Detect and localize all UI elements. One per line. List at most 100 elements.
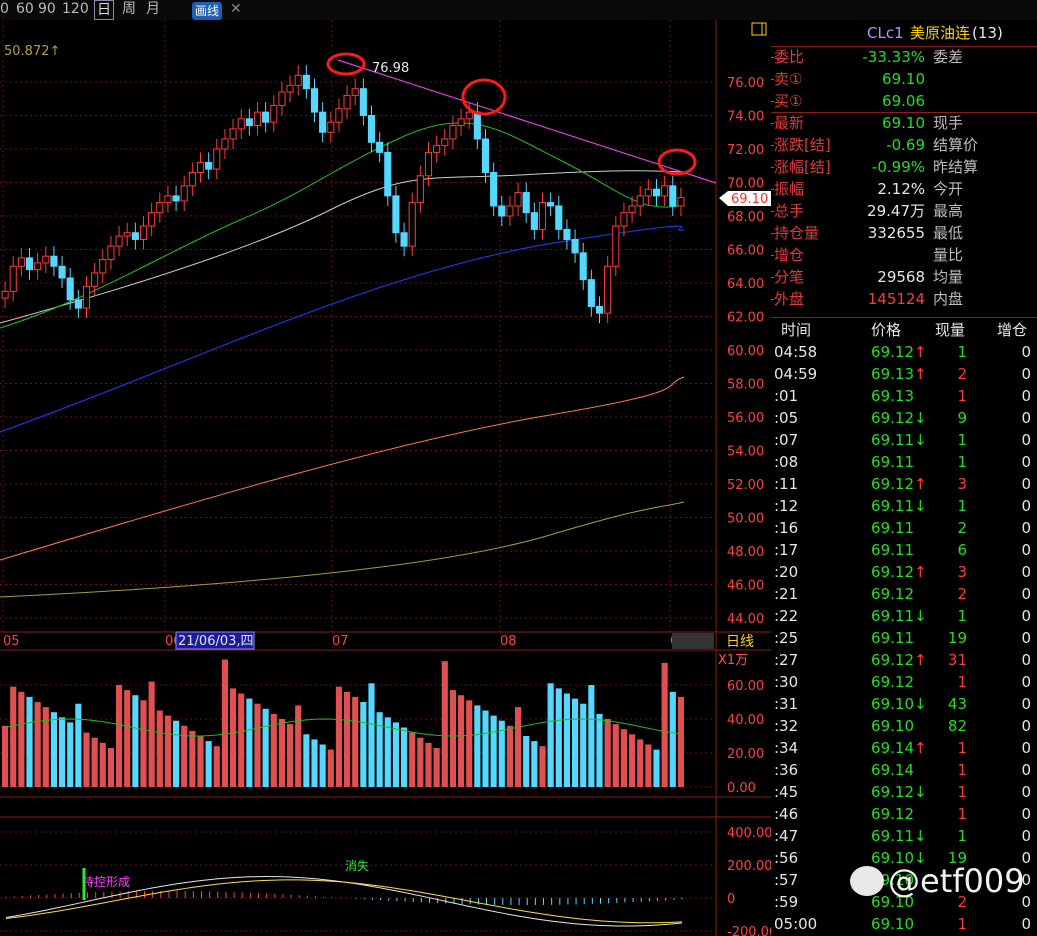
candle-body xyxy=(636,195,644,207)
volume-bar xyxy=(50,712,57,787)
tick-row[interactable]: :47 69.11 ↓ 1 0 xyxy=(771,825,1037,847)
candle-body xyxy=(91,272,99,287)
volume-bar xyxy=(164,715,171,787)
symbol-name: 美原油连 xyxy=(910,24,971,42)
tick-price: 69.11 xyxy=(871,827,914,845)
candle-body xyxy=(156,202,164,214)
price-tick-label: 48.00 xyxy=(727,545,764,560)
candle-body xyxy=(196,161,205,173)
volume-bar xyxy=(677,696,684,787)
tick-volume: 1 xyxy=(957,497,967,515)
tick-header-price: 价格 xyxy=(871,321,902,339)
tick-row[interactable]: :34 69.14 ↑ 1 0 xyxy=(771,737,1037,759)
tick-row[interactable]: :17 69.11 6 0 xyxy=(771,539,1037,561)
tick-row[interactable]: :46 69.12 1 0 xyxy=(771,803,1037,825)
candle-body xyxy=(17,257,25,267)
tick-row[interactable]: :32 69.10 82 0 xyxy=(771,715,1037,737)
period-120[interactable]: 120 xyxy=(62,0,89,18)
period-day-button[interactable]: 日 xyxy=(94,0,114,20)
price-tick-label: 52.00 xyxy=(727,478,764,493)
volume-bar xyxy=(213,746,220,787)
volume-tick-label: 20.00 xyxy=(727,747,764,762)
tick-time: :22 xyxy=(774,607,799,625)
volume-bar xyxy=(490,715,497,787)
tick-row[interactable]: :45 69.12 ↓ 1 0 xyxy=(771,781,1037,803)
toolbar-close-icon[interactable]: ✕ xyxy=(230,0,242,18)
volume-bar xyxy=(83,732,90,787)
tick-price: 69.12 xyxy=(871,585,914,603)
draw-line-button[interactable]: 画线 xyxy=(192,2,223,20)
quote-label-right: 最低 xyxy=(933,224,964,242)
tick-row[interactable]: :01 69.13 1 0 xyxy=(771,385,1037,407)
tick-time: :25 xyxy=(774,629,799,647)
tick-row[interactable]: :21 69.12 2 0 xyxy=(771,583,1037,605)
candle-body xyxy=(42,255,50,264)
tick-direction-icon: ↑ xyxy=(914,739,927,757)
volume-bar xyxy=(580,703,587,787)
tick-row[interactable]: :30 69.12 1 0 xyxy=(771,671,1037,693)
candle-body xyxy=(587,279,595,307)
tick-direction-icon: ↓ xyxy=(914,783,927,801)
tick-row[interactable]: :27 69.12 ↑ 31 0 xyxy=(771,649,1037,671)
period-60[interactable]: 60 xyxy=(16,0,34,18)
candle-body xyxy=(661,185,669,197)
candle-body xyxy=(319,111,327,133)
tick-position-change: 0 xyxy=(1021,409,1031,427)
tick-row[interactable]: 04:59 69.13 ↑ 2 0 xyxy=(771,363,1037,385)
tick-time: :31 xyxy=(774,695,799,713)
tick-price: 69.11 xyxy=(871,629,914,647)
tick-volume: 1 xyxy=(957,783,967,801)
period-90[interactable]: 90 xyxy=(38,0,56,18)
volume-bar xyxy=(132,695,139,787)
tick-volume: 2 xyxy=(957,585,967,603)
tick-row[interactable]: :16 69.11 2 0 xyxy=(771,517,1037,539)
tick-header-time: 时间 xyxy=(781,321,812,339)
tick-volume: 3 xyxy=(957,475,967,493)
volume-bar xyxy=(368,683,375,787)
tick-direction-icon: ↑ xyxy=(914,475,927,493)
macd-annotation-2: 消失 xyxy=(345,858,369,873)
tick-row[interactable]: :07 69.11 ↓ 1 0 xyxy=(771,429,1037,451)
tick-row[interactable]: :20 69.12 ↑ 3 0 xyxy=(771,561,1037,583)
volume-bar xyxy=(572,698,579,787)
tick-position-change: 0 xyxy=(1021,915,1031,933)
tick-volume: 31 xyxy=(947,651,967,669)
tick-volume: 43 xyxy=(947,695,967,713)
symbol-count: (13) xyxy=(972,24,1003,42)
volume-bar xyxy=(458,695,465,787)
volume-bar xyxy=(18,691,25,787)
tick-row[interactable]: :11 69.12 ↑ 3 0 xyxy=(771,473,1037,495)
quote-value: 69.10 xyxy=(882,114,925,132)
tick-time: :11 xyxy=(774,475,799,493)
tick-row[interactable]: :05 69.12 ↓ 9 0 xyxy=(771,407,1037,429)
tick-row[interactable]: :22 69.11 ↓ 1 0 xyxy=(771,605,1037,627)
kline-chart[interactable]: 76.00 74.00 72.00 70.00 68.00 66.00 64.00 62.00… xyxy=(0,20,771,936)
tick-row[interactable]: 04:58 69.12 ↑ 1 0 xyxy=(771,341,1037,363)
quote-label: 涨跌[结] xyxy=(774,136,831,154)
current-price-label: 69.10 xyxy=(731,192,768,207)
volume-bar xyxy=(539,746,546,787)
period-week-button[interactable]: 周 xyxy=(122,0,136,18)
period-month-button[interactable]: 月 xyxy=(146,0,160,18)
tick-row[interactable]: :31 69.10 ↓ 43 0 xyxy=(771,693,1037,715)
volume-bar xyxy=(319,744,326,787)
tick-row[interactable]: :36 69.14 1 0 xyxy=(771,759,1037,781)
quote-label: 买① xyxy=(774,92,803,110)
tick-table-header: 时间 价格 现量 增仓 xyxy=(771,319,1037,341)
volume-bar xyxy=(42,707,49,787)
tick-volume: 9 xyxy=(957,409,967,427)
scroll-handle[interactable] xyxy=(672,633,714,649)
divider xyxy=(771,317,1037,318)
candle-body xyxy=(278,91,286,106)
tick-time: :47 xyxy=(774,827,799,845)
tick-row[interactable]: :25 69.11 19 0 xyxy=(771,627,1037,649)
tick-row[interactable]: :08 69.11 1 0 xyxy=(771,451,1037,473)
tick-row[interactable]: :12 69.11 ↓ 1 0 xyxy=(771,495,1037,517)
volume-bar xyxy=(360,702,367,787)
tick-row[interactable]: 05:00 69.10 1 0 xyxy=(771,913,1037,935)
period-0[interactable]: 0 xyxy=(0,0,9,18)
volume-tick-label: 40.00 xyxy=(727,713,764,728)
tick-position-change: 0 xyxy=(1021,607,1031,625)
quote-label: 振幅 xyxy=(774,180,805,198)
tick-volume: 1 xyxy=(957,387,967,405)
